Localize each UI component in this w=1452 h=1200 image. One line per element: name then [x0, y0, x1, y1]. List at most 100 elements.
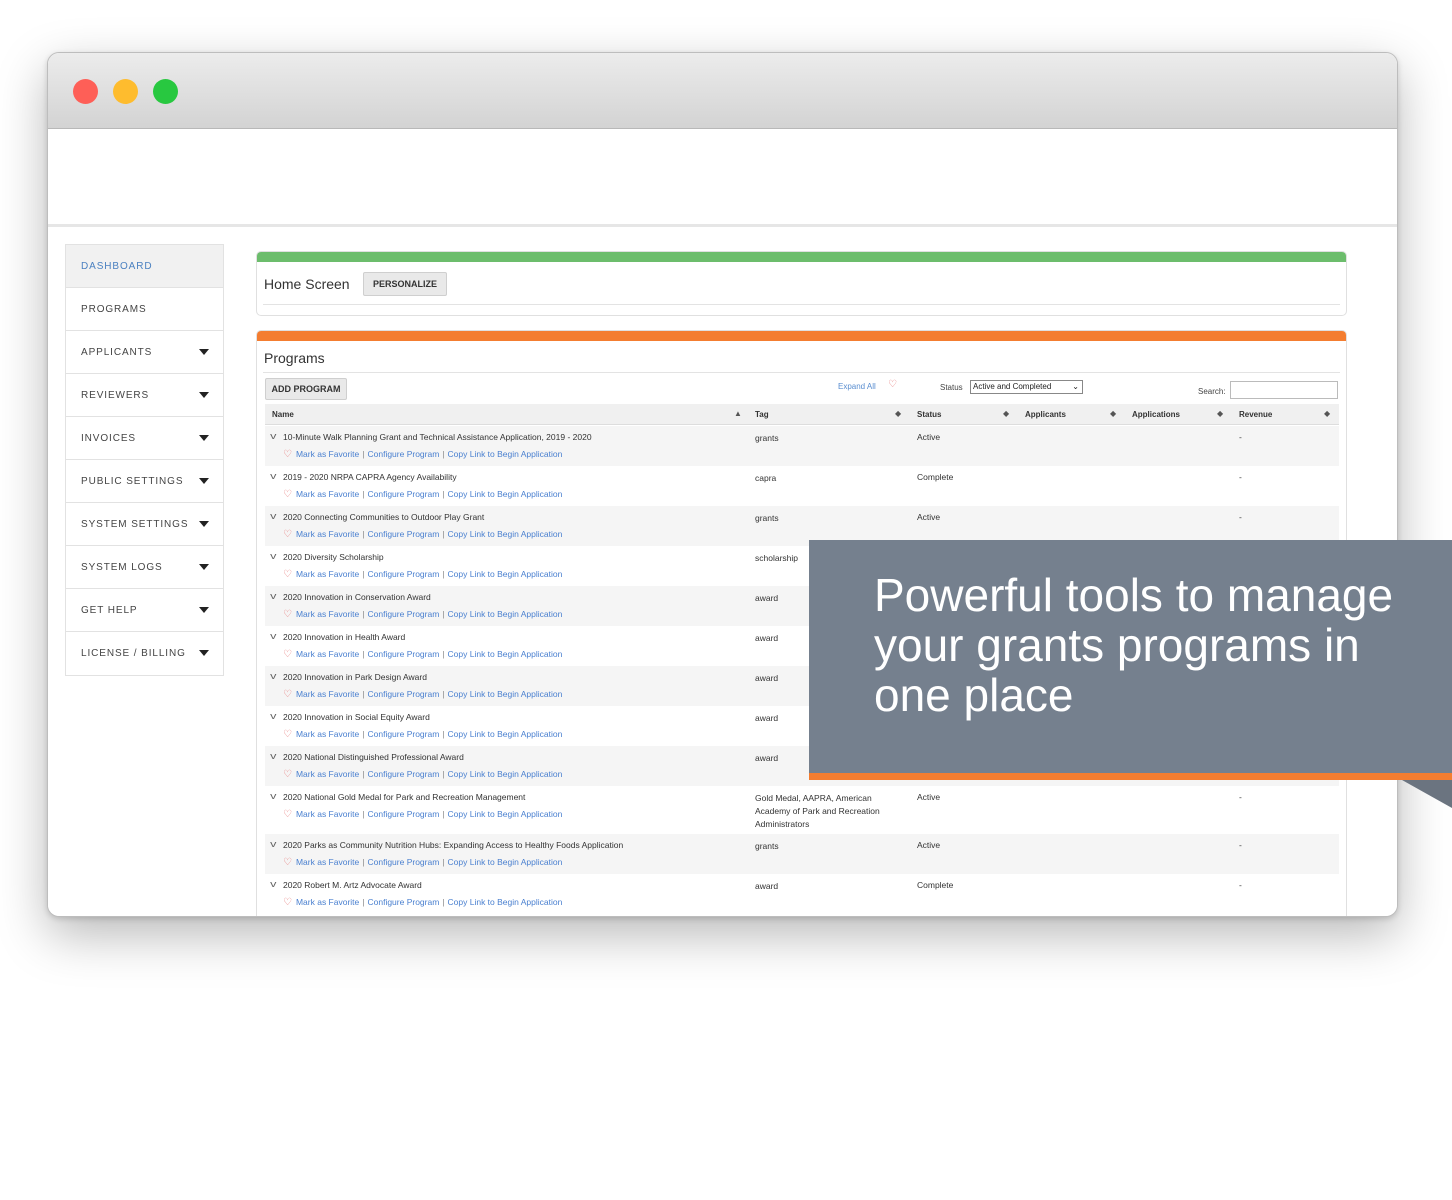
column-header-applicants[interactable]: Applicants: [1025, 410, 1066, 419]
sidebar-item-dashboard[interactable]: DASHBOARD: [66, 245, 223, 288]
personalize-button[interactable]: PERSONALIZE: [363, 272, 447, 296]
heart-icon[interactable]: ♡: [283, 730, 292, 740]
copy-link-button[interactable]: Copy Link to Begin Application: [448, 689, 563, 699]
copy-link-button[interactable]: Copy Link to Begin Application: [448, 569, 563, 579]
program-name[interactable]: 2020 Robert M. Artz Advocate Award: [283, 880, 422, 890]
caret-down-icon[interactable]: [199, 564, 209, 570]
mark-favorite-link[interactable]: Mark as Favorite: [296, 449, 359, 459]
caret-down-icon[interactable]: [199, 435, 209, 441]
configure-program-link[interactable]: Configure Program: [367, 857, 439, 867]
configure-program-link[interactable]: Configure Program: [367, 729, 439, 739]
column-header-applications[interactable]: Applications: [1132, 410, 1180, 419]
configure-program-link[interactable]: Configure Program: [367, 769, 439, 779]
search-input[interactable]: [1230, 381, 1338, 399]
sidebar-item-programs[interactable]: PROGRAMS: [66, 288, 223, 331]
mark-favorite-link[interactable]: Mark as Favorite: [296, 857, 359, 867]
sort-icon[interactable]: ◆: [1217, 409, 1223, 418]
maximize-window-icon[interactable]: [153, 79, 178, 104]
caret-down-icon[interactable]: [199, 521, 209, 527]
expand-row-icon[interactable]: v: [270, 791, 276, 801]
heart-icon[interactable]: ♡: [283, 690, 292, 700]
expand-row-icon[interactable]: v: [270, 591, 276, 601]
program-name[interactable]: 2020 Innovation in Social Equity Award: [283, 712, 430, 722]
column-header-name[interactable]: Name: [272, 410, 294, 419]
caret-down-icon[interactable]: [199, 650, 209, 656]
heart-icon[interactable]: ♡: [283, 570, 292, 580]
heart-icon[interactable]: ♡: [283, 490, 292, 500]
mark-favorite-link[interactable]: Mark as Favorite: [296, 529, 359, 539]
program-name[interactable]: 2020 Innovation in Park Design Award: [283, 672, 427, 682]
mark-favorite-link[interactable]: Mark as Favorite: [296, 489, 359, 499]
mark-favorite-link[interactable]: Mark as Favorite: [296, 769, 359, 779]
sidebar-item-system-settings[interactable]: SYSTEM SETTINGS: [66, 503, 223, 546]
caret-down-icon[interactable]: [199, 349, 209, 355]
heart-icon[interactable]: ♡: [283, 898, 292, 908]
program-name[interactable]: 10-Minute Walk Planning Grant and Techni…: [283, 432, 592, 442]
expand-row-icon[interactable]: v: [270, 879, 276, 889]
program-name[interactable]: 2020 Innovation in Health Award: [283, 632, 405, 642]
heart-icon[interactable]: ♡: [283, 810, 292, 820]
expand-row-icon[interactable]: v: [270, 631, 276, 641]
program-name[interactable]: 2020 Parks as Community Nutrition Hubs: …: [283, 840, 623, 850]
sidebar-item-system-logs[interactable]: SYSTEM LOGS: [66, 546, 223, 589]
mark-favorite-link[interactable]: Mark as Favorite: [296, 569, 359, 579]
expand-row-icon[interactable]: v: [270, 431, 276, 441]
sidebar-item-license-billing[interactable]: LICENSE / BILLING: [66, 632, 223, 675]
caret-down-icon[interactable]: [199, 392, 209, 398]
expand-row-icon[interactable]: v: [270, 671, 276, 681]
mark-favorite-link[interactable]: Mark as Favorite: [296, 609, 359, 619]
configure-program-link[interactable]: Configure Program: [367, 449, 439, 459]
configure-program-link[interactable]: Configure Program: [367, 569, 439, 579]
copy-link-button[interactable]: Copy Link to Begin Application: [448, 529, 563, 539]
sidebar-item-public-settings[interactable]: PUBLIC SETTINGS: [66, 460, 223, 503]
configure-program-link[interactable]: Configure Program: [367, 529, 439, 539]
expand-row-icon[interactable]: v: [270, 751, 276, 761]
expand-row-icon[interactable]: v: [270, 551, 276, 561]
sidebar-item-invoices[interactable]: INVOICES: [66, 417, 223, 460]
column-header-status[interactable]: Status: [917, 410, 941, 419]
heart-icon[interactable]: ♡: [283, 650, 292, 660]
configure-program-link[interactable]: Configure Program: [367, 649, 439, 659]
program-name[interactable]: 2020 National Distinguished Professional…: [283, 752, 464, 762]
mark-favorite-link[interactable]: Mark as Favorite: [296, 897, 359, 907]
program-name[interactable]: 2020 Diversity Scholarship: [283, 552, 384, 562]
close-window-icon[interactable]: [73, 79, 98, 104]
copy-link-button[interactable]: Copy Link to Begin Application: [448, 649, 563, 659]
expand-row-icon[interactable]: v: [270, 511, 276, 521]
copy-link-button[interactable]: Copy Link to Begin Application: [448, 609, 563, 619]
sidebar-item-applicants[interactable]: APPLICANTS: [66, 331, 223, 374]
copy-link-button[interactable]: Copy Link to Begin Application: [448, 449, 563, 459]
sort-icon[interactable]: ◆: [1324, 409, 1330, 418]
copy-link-button[interactable]: Copy Link to Begin Application: [448, 489, 563, 499]
sort-icon[interactable]: ◆: [895, 409, 901, 418]
expand-row-icon[interactable]: v: [270, 839, 276, 849]
heart-icon[interactable]: ♡: [283, 858, 292, 868]
copy-link-button[interactable]: Copy Link to Begin Application: [448, 769, 563, 779]
minimize-window-icon[interactable]: [113, 79, 138, 104]
mark-favorite-link[interactable]: Mark as Favorite: [296, 649, 359, 659]
configure-program-link[interactable]: Configure Program: [367, 809, 439, 819]
column-header-revenue[interactable]: Revenue: [1239, 410, 1272, 419]
program-name[interactable]: 2020 Innovation in Conservation Award: [283, 592, 431, 602]
copy-link-button[interactable]: Copy Link to Begin Application: [448, 729, 563, 739]
add-program-button[interactable]: ADD PROGRAM: [265, 378, 347, 400]
expand-row-icon[interactable]: v: [270, 471, 276, 481]
sort-icon[interactable]: ◆: [1003, 409, 1009, 418]
copy-link-button[interactable]: Copy Link to Begin Application: [448, 857, 563, 867]
heart-icon[interactable]: ♡: [283, 530, 292, 540]
sort-asc-icon[interactable]: ▲: [734, 409, 742, 418]
configure-program-link[interactable]: Configure Program: [367, 897, 439, 907]
sidebar-item-reviewers[interactable]: REVIEWERS: [66, 374, 223, 417]
sidebar-item-get-help[interactable]: GET HELP: [66, 589, 223, 632]
copy-link-button[interactable]: Copy Link to Begin Application: [448, 897, 563, 907]
program-name[interactable]: 2019 - 2020 NRPA CAPRA Agency Availabili…: [283, 472, 457, 482]
sort-icon[interactable]: ◆: [1110, 409, 1116, 418]
configure-program-link[interactable]: Configure Program: [367, 609, 439, 619]
configure-program-link[interactable]: Configure Program: [367, 689, 439, 699]
heart-icon[interactable]: ♡: [283, 450, 292, 460]
heart-icon[interactable]: ♡: [283, 610, 292, 620]
status-filter-select[interactable]: Active and Completed ⌄: [970, 380, 1083, 394]
mark-favorite-link[interactable]: Mark as Favorite: [296, 689, 359, 699]
expand-all-link[interactable]: Expand All: [838, 382, 876, 391]
mark-favorite-link[interactable]: Mark as Favorite: [296, 729, 359, 739]
